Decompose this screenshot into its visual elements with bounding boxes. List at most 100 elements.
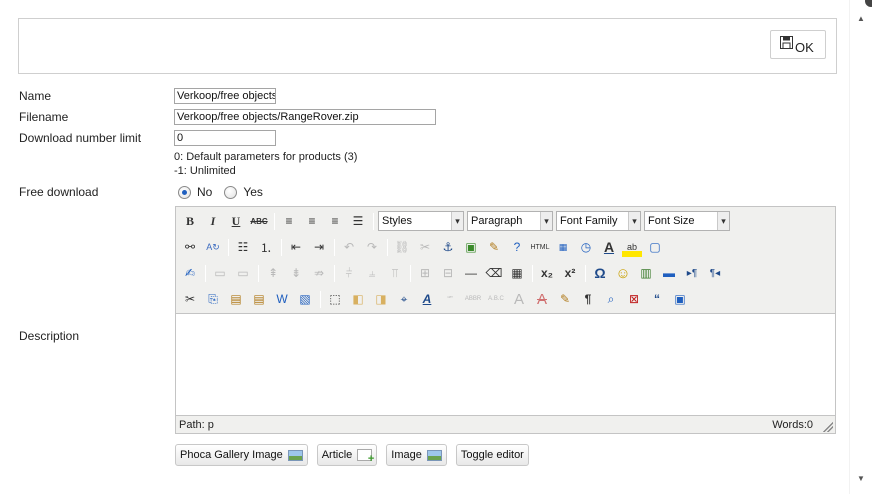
move-backward-icon[interactable]: ◨ [371,289,391,309]
horizontal-rule-icon[interactable]: — [461,263,481,283]
image-icon[interactable]: ▣ [461,237,481,257]
absolute-icon[interactable]: ⌖ [394,289,414,309]
highlight-color-icon[interactable]: ab [622,237,642,257]
fullscreen-icon[interactable]: ▢ [645,237,665,257]
move-forward-icon[interactable]: ◧ [348,289,368,309]
select-all-icon[interactable]: ▧ [295,289,315,309]
undo-icon[interactable]: ↶ [339,237,359,257]
del-icon[interactable]: A [509,289,529,309]
insert-date-icon[interactable]: ▦ [553,237,573,257]
link-icon[interactable]: ⛓ [392,237,412,257]
outdent-icon[interactable]: ⇤ [286,237,306,257]
merge-cells-icon[interactable]: ⊟ [438,263,458,283]
ins-icon[interactable]: A [532,289,552,309]
html-icon[interactable]: HTML [530,237,550,257]
cite-icon[interactable]: “” [440,289,460,309]
toggle-editor-button[interactable]: Toggle editor [455,444,529,466]
help-icon[interactable]: ? [507,237,527,257]
styles-select[interactable]: Styles [378,211,464,231]
indent-icon[interactable]: ⇥ [309,237,329,257]
subscript-icon[interactable]: x₂ [537,263,557,283]
filename-label: Filename [19,110,69,124]
radio-no[interactable] [178,185,191,199]
strikethrough-icon[interactable]: ABC [249,211,269,231]
styleprops-icon[interactable]: A [417,289,437,309]
row-before-icon[interactable]: ⇞ [263,263,283,283]
cut-icon[interactable]: ✂ [180,289,200,309]
image-button[interactable]: Image [386,444,447,466]
align-left-icon[interactable]: ≡ [279,211,299,231]
format-select[interactable]: Paragraph [467,211,553,231]
phoca-gallery-image-button[interactable]: Phoca Gallery Image [175,444,308,466]
resize-handle-icon[interactable] [823,422,833,432]
delete-row-icon[interactable]: ⇏ [309,263,329,283]
template-icon[interactable]: ▣ [670,289,690,309]
underline-icon[interactable]: U [226,211,246,231]
editor-content-area[interactable] [176,313,835,416]
download-limit-input[interactable]: 0 [174,130,276,146]
page-break-icon[interactable]: ▬ [659,263,679,283]
radio-yes[interactable] [224,185,238,199]
col-before-icon[interactable]: ⫩ [339,263,359,283]
replace-icon[interactable]: A↻ [203,237,223,257]
preview-icon[interactable]: ⌕ [601,289,621,309]
bullet-list-icon[interactable]: ☷ [233,237,253,257]
blockquote-icon[interactable]: “ [647,289,667,309]
insert-time-icon[interactable]: ◷ [576,237,596,257]
filename-input[interactable]: Verkoop/free objects/RangeRover.zip [174,109,436,125]
font-size-select[interactable]: Font Size [644,211,730,231]
toolbar-separator [387,238,388,256]
cleanup-icon[interactable]: ✎ [484,237,504,257]
table-row-props-icon[interactable]: ▭ [210,263,230,283]
delete-col-icon[interactable]: ⫪ [385,263,405,283]
align-center-icon[interactable]: ≡ [302,211,322,231]
insert-layer-icon[interactable]: ⬚ [325,289,345,309]
font-family-select[interactable]: Font Family [556,211,641,231]
scroll-up-icon[interactable]: ▲ [857,14,865,23]
remove-format-icon[interactable]: ⌫ [484,263,504,283]
non-breaking-icon[interactable]: ⊠ [624,289,644,309]
unlink-icon[interactable]: ✂ [415,237,435,257]
editor-toolbar-row-3: ✍ ▭ ▭ ⇞ ⇟ ⇏ ⫩ ⫨ ⫪ ⊞ ⊟ — ⌫ ▦ x₂ x² Ω ☺ ▥ … [180,262,728,284]
vertical-scrollbar[interactable]: ▲ ▼ [849,0,872,494]
paste-word-icon[interactable]: W [272,289,292,309]
toolbar-separator [532,264,533,282]
media-icon[interactable]: ▥ [636,263,656,283]
table-cell-props-icon[interactable]: ▭ [233,263,253,283]
emoticon-icon[interactable]: ☺ [613,263,633,283]
italic-icon[interactable]: I [203,211,223,231]
redo-icon[interactable]: ↷ [362,237,382,257]
align-justify-icon[interactable]: ☰ [348,211,368,231]
superscript-icon[interactable]: x² [560,263,580,283]
scroll-down-icon[interactable]: ▼ [857,474,865,483]
name-input[interactable]: Verkoop/free objects. [174,88,276,104]
abbr-icon[interactable]: ABBR [463,289,483,309]
free-download-radio-group: No Yes [178,185,275,199]
toolbar-separator [373,212,374,230]
rtl-icon[interactable]: ¶◂ [705,263,725,283]
ltr-icon[interactable]: ▸¶ [682,263,702,283]
anchor-icon[interactable]: ⚓ [438,237,458,257]
ok-button[interactable]: OK [770,30,826,59]
rich-text-editor: B I U ABC ≡ ≡ ≡ ☰ Styles Paragraph Font … [175,206,836,434]
copy-icon[interactable]: ⎘ [203,289,223,309]
ok-label: OK [795,40,814,55]
download-limit-label: Download number limit [19,131,142,145]
split-cells-icon[interactable]: ⊞ [415,263,435,283]
paste-text-icon[interactable]: ▤ [249,289,269,309]
text-color-icon[interactable]: A [599,237,619,257]
visual-chars-icon[interactable]: ¶ [578,289,598,309]
paste-icon[interactable]: ▤ [226,289,246,309]
article-button[interactable]: Article [316,444,378,466]
row-after-icon[interactable]: ⇟ [286,263,306,283]
attributes-icon[interactable]: ✎ [555,289,575,309]
bold-icon[interactable]: B [180,211,200,231]
special-char-icon[interactable]: Ω [590,263,610,283]
align-right-icon[interactable]: ≡ [325,211,345,231]
acronym-icon[interactable]: A.B.C [486,289,506,309]
col-after-icon[interactable]: ⫨ [362,263,382,283]
edit-css-icon[interactable]: ✍ [180,263,200,283]
find-icon[interactable]: ⚯ [180,237,200,257]
numbered-list-icon[interactable]: ⒈ [256,237,276,257]
insert-table-icon[interactable]: ▦ [507,263,527,283]
